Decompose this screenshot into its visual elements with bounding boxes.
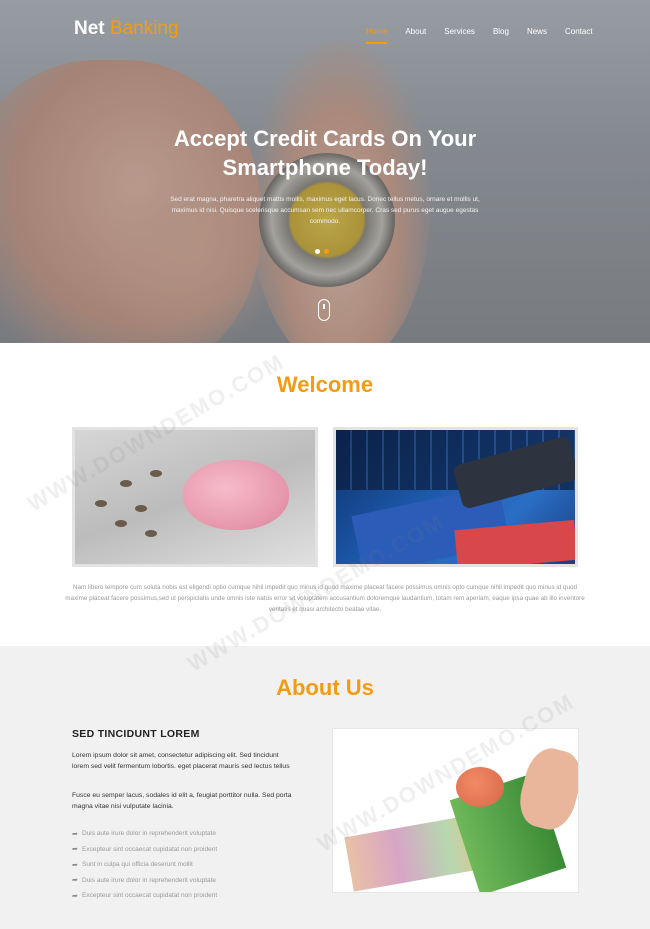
coin-shape xyxy=(135,505,147,512)
nav-blog[interactable]: Blog xyxy=(493,27,509,36)
share-arrow-icon: ➦ xyxy=(72,861,78,869)
about-list: ➦ Duis aute irure dolor in reprehenderit … xyxy=(72,826,217,904)
nav-services[interactable]: Services xyxy=(444,27,475,36)
slider-dot-2[interactable] xyxy=(324,249,329,254)
list-item-text: Excepteur sint occaecat cupidatat non pr… xyxy=(82,845,218,853)
list-item: ➦ Excepteur sint occaecat cupidatat non p… xyxy=(72,888,217,904)
coin-shape xyxy=(150,470,162,477)
about-paragraph-1: Lorem ipsum dolor sit amet, consectetur … xyxy=(72,752,290,770)
piggy-bank-shape xyxy=(183,460,289,530)
brand-part1: Net xyxy=(74,18,105,39)
list-item: ➦ Duis aute irure dolor in reprehenderit … xyxy=(72,873,217,889)
list-item-text: Sunt in culpa qui officia deserunt molli… xyxy=(82,861,193,869)
about-section: About Us SED TINCIDUNT LOREM Lorem ipsum… xyxy=(0,646,650,929)
list-item-text: Excepteur sint occaecat cupidatat non pr… xyxy=(82,892,218,900)
brand-part2: Banking xyxy=(109,18,179,39)
welcome-text: Nam libero tempore cum soluta nobis est … xyxy=(65,584,585,613)
list-item: ➦ Sunt in culpa qui officia deserunt moll… xyxy=(72,857,217,873)
list-item-text: Duis aute irure dolor in reprehenderit v… xyxy=(82,876,217,884)
about-heading: SED TINCIDUNT LOREM xyxy=(72,728,200,740)
piggy-bank-image xyxy=(72,427,318,567)
hero-title-line1: Accept Credit Cards On Your xyxy=(173,126,477,151)
share-arrow-icon: ➦ xyxy=(72,830,78,838)
hero-title: Accept Credit Cards On Your Smartphone T… xyxy=(0,124,650,182)
scroll-down-mouse-icon[interactable] xyxy=(318,299,330,321)
main-menu: Home About Services Blog News Contact xyxy=(366,27,611,44)
brand-logo[interactable]: Net Banking xyxy=(74,18,179,40)
credit-card-lock-image xyxy=(333,427,578,567)
list-item-text: Duis aute irure dolor in reprehenderit v… xyxy=(82,830,217,838)
piggy-bank-shape xyxy=(456,767,504,807)
money-piggy-bank-image xyxy=(332,728,579,893)
nav-news[interactable]: News xyxy=(527,27,547,36)
coin-shape xyxy=(95,500,107,507)
coin-shape xyxy=(120,480,132,487)
welcome-section: Welcome Nam libero tempore cum soluta no… xyxy=(0,343,650,646)
hero-subtitle: Sed erat magna, pharetra aliquet mattis … xyxy=(170,196,480,225)
slider-dot-1[interactable] xyxy=(315,249,320,254)
list-item: ➦ Excepteur sint occaecat cupidatat non p… xyxy=(72,842,217,858)
welcome-title: Welcome xyxy=(276,372,374,397)
share-arrow-icon: ➦ xyxy=(72,846,78,854)
slider-dots xyxy=(315,249,329,254)
coin-shape xyxy=(115,520,127,527)
share-arrow-icon: ➦ xyxy=(72,877,78,885)
nav-contact[interactable]: Contact xyxy=(565,27,593,36)
nav-about[interactable]: About xyxy=(405,27,426,36)
hero-banner: Net Banking Home About Services Blog New… xyxy=(0,0,650,343)
hero-title-line2: Smartphone Today! xyxy=(222,155,428,180)
share-arrow-icon: ➦ xyxy=(72,892,78,900)
list-item: ➦ Duis aute irure dolor in reprehenderit … xyxy=(72,826,217,842)
coin-shape xyxy=(145,530,157,537)
nav-home[interactable]: Home xyxy=(366,27,388,44)
top-navbar: Net Banking Home About Services Blog New… xyxy=(0,0,650,52)
about-title: About Us xyxy=(276,675,374,700)
about-paragraph-2: Fusce eu semper lacus, sodales id elit a… xyxy=(72,792,292,810)
